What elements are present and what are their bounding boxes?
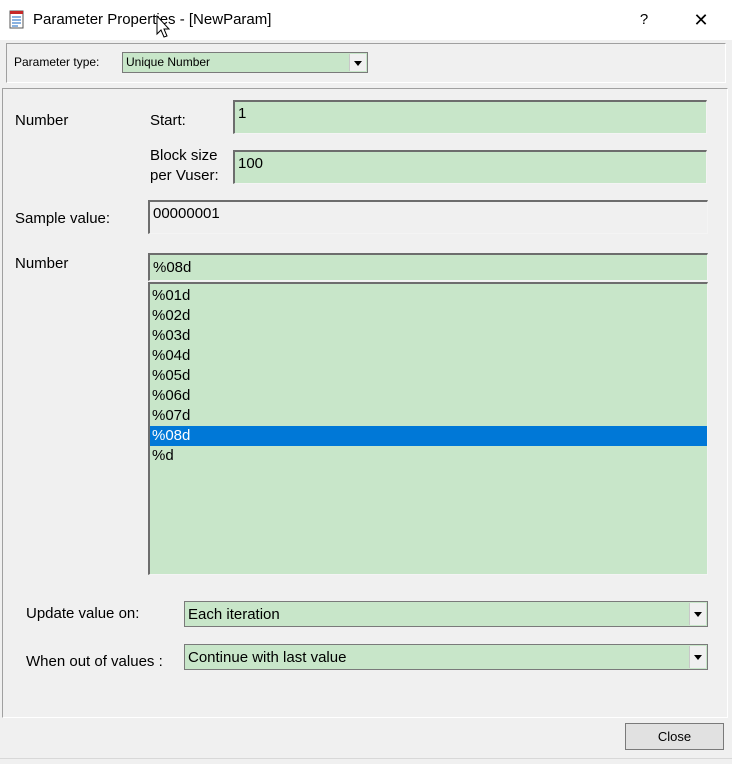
parameter-type-label: Parameter type: bbox=[14, 55, 100, 69]
help-button[interactable]: ? bbox=[628, 4, 660, 36]
parameter-type-select[interactable]: Unique Number bbox=[122, 52, 368, 73]
out-of-values-select[interactable]: Continue with last value bbox=[184, 644, 708, 670]
out-of-values-label: When out of values : bbox=[26, 653, 163, 670]
list-item[interactable]: %08d bbox=[150, 426, 707, 446]
chevron-down-icon[interactable] bbox=[349, 54, 366, 71]
update-value-value: Each iteration bbox=[188, 606, 280, 623]
list-item[interactable]: %d bbox=[150, 446, 707, 466]
chevron-down-icon[interactable] bbox=[689, 646, 706, 668]
parameter-type-value: Unique Number bbox=[126, 55, 211, 69]
start-input[interactable]: 1 bbox=[233, 100, 707, 134]
list-item[interactable]: %05d bbox=[150, 366, 707, 386]
number-format-label: Number bbox=[15, 255, 69, 272]
list-item[interactable]: %07d bbox=[150, 406, 707, 426]
number-format-input[interactable]: %08d bbox=[148, 253, 708, 281]
title-bar: Parameter Properties - [NewParam] ? ✕ bbox=[0, 0, 732, 40]
number-section-label: Number bbox=[15, 112, 69, 129]
mouse-cursor-icon bbox=[156, 15, 170, 38]
start-label: Start: bbox=[150, 112, 186, 129]
block-size-label-line1: Block size bbox=[150, 147, 218, 164]
chevron-down-icon[interactable] bbox=[689, 603, 706, 625]
sample-value-display: 00000001 bbox=[148, 200, 708, 234]
update-value-label: Update value on: bbox=[26, 605, 140, 622]
sample-value-label: Sample value: bbox=[15, 210, 111, 227]
update-value-select[interactable]: Each iteration bbox=[184, 601, 708, 627]
close-button[interactable]: Close bbox=[625, 723, 724, 750]
list-item[interactable]: %06d bbox=[150, 386, 707, 406]
block-size-label-line2: per Vuser: bbox=[150, 167, 219, 184]
window-title: Parameter Properties - [NewParam] bbox=[33, 11, 272, 28]
window-close-button[interactable]: ✕ bbox=[684, 4, 718, 36]
list-item[interactable]: %01d bbox=[150, 286, 707, 306]
list-item[interactable]: %04d bbox=[150, 346, 707, 366]
parameter-properties-icon bbox=[9, 10, 24, 29]
out-of-values-value: Continue with last value bbox=[188, 649, 347, 666]
list-item[interactable]: %02d bbox=[150, 306, 707, 326]
bottom-divider bbox=[0, 758, 732, 759]
number-format-list[interactable]: %01d %02d %03d %04d %05d %06d %07d %08d %d bbox=[148, 282, 708, 575]
list-item[interactable]: %03d bbox=[150, 326, 707, 346]
block-size-input[interactable]: 100 bbox=[233, 150, 707, 184]
